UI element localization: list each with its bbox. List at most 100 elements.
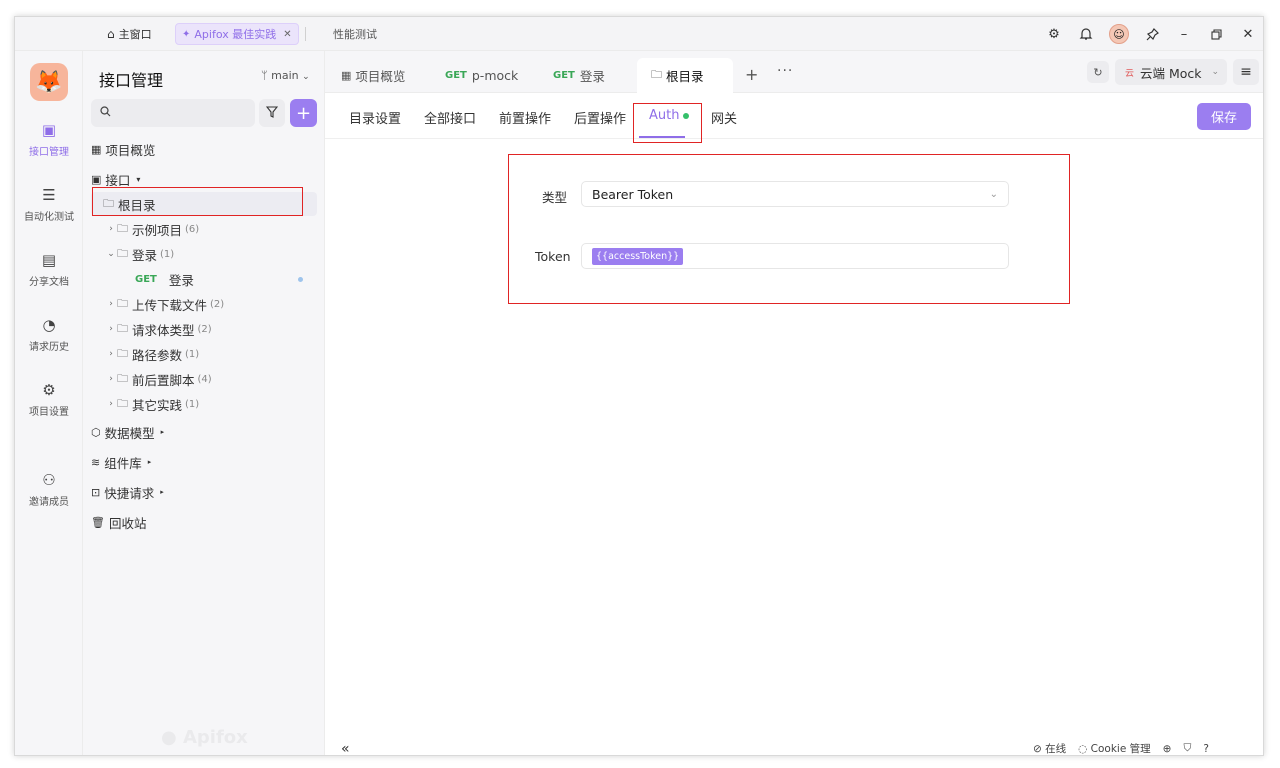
caret-right-icon: ▸ bbox=[160, 488, 164, 496]
notification-bell-icon[interactable] bbox=[1077, 25, 1095, 43]
tab-project-overview[interactable]: ▦ 项目概览 bbox=[327, 58, 419, 93]
chevron-right-icon: › bbox=[109, 399, 113, 409]
tree-label: 回收站 bbox=[108, 515, 147, 531]
tree-folder[interactable]: ⌄ 🗀 登录 (1) bbox=[91, 242, 317, 266]
tab-all-apis[interactable]: 全部接口 bbox=[424, 108, 476, 127]
close-window-icon[interactable]: ✕ bbox=[1239, 25, 1257, 43]
unsaved-dot bbox=[298, 276, 303, 282]
method-badge: GET bbox=[553, 70, 575, 81]
tree-label: 路径参数 bbox=[132, 347, 183, 363]
rail-label: 邀请成员 bbox=[29, 497, 69, 508]
sidebar: 接口管理 ᛘ main ⌄ + ▦ 项目概览 ▣ 接口 ▾ 🗀 根目录 › 🗀 … bbox=[83, 51, 325, 755]
settings-gear-icon[interactable]: ⚙ bbox=[1045, 25, 1063, 43]
close-tab-icon[interactable]: ✕ bbox=[283, 29, 291, 40]
chevron-down-icon: ⌄ bbox=[302, 72, 310, 82]
more-tabs-button[interactable]: ··· bbox=[777, 63, 793, 79]
online-status[interactable]: ⊘ 在线 bbox=[1033, 741, 1067, 755]
rail-item-api-management[interactable]: ▣ 接口管理 bbox=[15, 121, 83, 158]
tree-folder[interactable]: › 🗀 前后置脚本 (4) bbox=[91, 367, 317, 391]
tab-p-mock[interactable]: GET p-mock bbox=[431, 58, 532, 93]
tree-count: (1) bbox=[160, 248, 175, 260]
chevron-down-icon: ⌄ bbox=[1211, 67, 1219, 77]
folder-icon: 🗀 bbox=[117, 321, 128, 335]
caret-right-icon: ▸ bbox=[160, 428, 165, 436]
tab-gateway[interactable]: 网关 bbox=[711, 108, 737, 127]
tab-login[interactable]: GET 登录 bbox=[539, 58, 619, 93]
home-window-tab[interactable]: ⌂ 主窗口 bbox=[101, 23, 158, 45]
tree-count: (1) bbox=[185, 348, 200, 360]
tree-label: 前后置脚本 bbox=[132, 372, 195, 388]
folder-icon: 🗀 bbox=[117, 371, 128, 385]
refresh-icon[interactable]: ↻ bbox=[1087, 61, 1109, 83]
rail-item-automation[interactable]: ☰ 自动化测试 bbox=[15, 186, 83, 223]
tree-item-data-models[interactable]: ⬡ 数据模型 ▸ bbox=[91, 420, 317, 444]
minimize-icon[interactable]: – bbox=[1175, 25, 1193, 43]
caret-down-icon: ▾ bbox=[136, 174, 141, 184]
tab-divider bbox=[305, 27, 306, 41]
tab-pre-operations[interactable]: 前置操作 bbox=[499, 108, 551, 127]
tree-item-quick-requests[interactable]: ⊡ 快捷请求 ▸ bbox=[91, 480, 317, 504]
tree-item-components[interactable]: ≋ 组件库 ▸ bbox=[91, 450, 317, 474]
rail-item-history[interactable]: ◔ 请求历史 bbox=[15, 316, 83, 353]
rail-item-invite[interactable]: ⚇ 邀请成员 bbox=[15, 471, 83, 508]
online-label: 在线 bbox=[1045, 743, 1067, 755]
tree-request[interactable]: GET 登录 bbox=[91, 267, 317, 291]
save-button[interactable]: 保存 bbox=[1197, 103, 1251, 130]
overview-icon: ▦ bbox=[341, 69, 352, 82]
folder-icon: 🗀 bbox=[117, 346, 128, 360]
tree-item-trash[interactable]: 🗑 回收站 bbox=[91, 510, 317, 534]
trash-icon: 🗑 bbox=[91, 515, 105, 529]
home-icon: ⌂ bbox=[107, 27, 115, 41]
branch-selector[interactable]: ᛘ main ⌄ bbox=[261, 69, 310, 82]
layers-icon: ≋ bbox=[91, 455, 101, 469]
tree-label: 示例项目 bbox=[132, 222, 183, 238]
tab-root-folder[interactable]: 🗀 根目录 bbox=[637, 58, 733, 93]
left-rail: 🦊 ▣ 接口管理 ☰ 自动化测试 ▤ 分享文档 ◔ 请求历史 ⚙ 项目设置 ⚇ … bbox=[15, 51, 83, 755]
method-badge: GET bbox=[135, 273, 157, 285]
tab-label: 根目录 bbox=[666, 69, 704, 84]
rail-item-share-docs[interactable]: ▤ 分享文档 bbox=[15, 251, 83, 288]
apifox-logo: 🦊 bbox=[30, 63, 68, 101]
tree-item-overview[interactable]: ▦ 项目概览 bbox=[91, 137, 317, 161]
rail-label: 分享文档 bbox=[29, 277, 69, 288]
search-input[interactable] bbox=[91, 99, 255, 127]
tab-directory-settings[interactable]: 目录设置 bbox=[349, 108, 401, 127]
collapse-sidebar-icon[interactable]: « bbox=[341, 741, 350, 755]
tree-label: 接口 bbox=[105, 172, 131, 188]
tree-folder[interactable]: › 🗀 上传下载文件 (2) bbox=[91, 292, 317, 316]
rail-label: 接口管理 bbox=[29, 147, 69, 158]
tree-folder[interactable]: › 🗀 示例项目 (6) bbox=[91, 217, 317, 241]
tree-folder[interactable]: › 🗀 其它实践 (1) bbox=[91, 392, 317, 416]
chevron-down-icon: ⌄ bbox=[107, 249, 115, 259]
user-avatar[interactable]: ☺ bbox=[1109, 24, 1129, 44]
new-tab-button[interactable]: + bbox=[745, 65, 758, 84]
tree-count: (2) bbox=[210, 298, 225, 310]
rail-item-project-settings[interactable]: ⚙ 项目设置 bbox=[15, 381, 83, 418]
hamburger-menu-icon[interactable]: ≡ bbox=[1233, 59, 1259, 85]
project-tab-label: Apifox 最佳实践 bbox=[194, 28, 277, 41]
help-icon[interactable]: ? bbox=[1203, 743, 1209, 755]
tree-folder[interactable]: › 🗀 路径参数 (1) bbox=[91, 342, 317, 366]
filter-button[interactable] bbox=[259, 99, 285, 127]
chevron-right-icon: › bbox=[109, 349, 113, 359]
tab-post-operations[interactable]: 后置操作 bbox=[574, 108, 626, 127]
cookie-manager[interactable]: ◌ Cookie 管理 bbox=[1078, 741, 1151, 755]
window-controls: ⚙ ☺ – ✕ bbox=[1045, 17, 1257, 51]
tree-count: (4) bbox=[197, 373, 212, 385]
folder-icon: 🗀 bbox=[117, 396, 128, 410]
rail-label: 项目设置 bbox=[29, 407, 69, 418]
folder-icon: 🗀 bbox=[117, 221, 128, 235]
perf-window-tab[interactable]: 性能测试 bbox=[327, 23, 383, 45]
invite-icon: ⚇ bbox=[42, 471, 56, 489]
add-button[interactable]: + bbox=[290, 99, 317, 127]
highlight-root-folder bbox=[92, 187, 303, 216]
pin-icon[interactable] bbox=[1143, 25, 1161, 43]
tree-folder[interactable]: › 🗀 请求体类型 (2) bbox=[91, 317, 317, 341]
upload-icon[interactable]: ⊕ bbox=[1163, 743, 1172, 755]
restore-icon[interactable] bbox=[1207, 25, 1225, 43]
project-window-tab[interactable]: ✦ Apifox 最佳实践 ✕ bbox=[175, 23, 299, 45]
shirt-icon[interactable]: ⛉ bbox=[1183, 742, 1191, 755]
rail-label: 请求历史 bbox=[29, 342, 69, 353]
environment-selector[interactable]: 云 云端 Mock ⌄ bbox=[1115, 59, 1227, 85]
api-icon: ▣ bbox=[41, 121, 57, 139]
